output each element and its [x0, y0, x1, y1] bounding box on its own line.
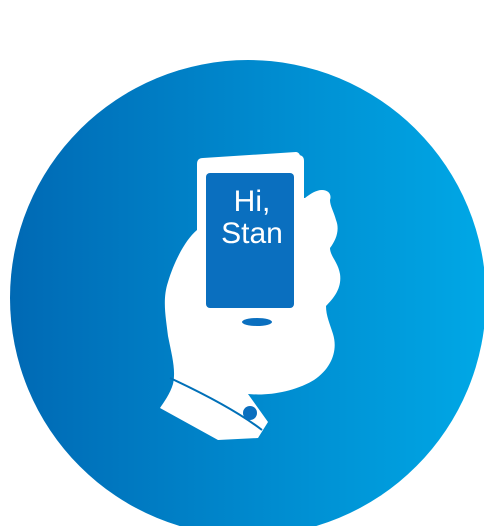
- phone-screen-greeting: Hi, Stan: [210, 186, 294, 250]
- greeting-line-1: Hi,: [233, 185, 271, 218]
- hand-holding-phone-icon: [10, 60, 484, 526]
- illustration-canvas: Hi, Stan: [0, 0, 484, 526]
- phone-home-button: [242, 318, 272, 326]
- cuff-button: [243, 406, 257, 420]
- greeting-line-2: Stan: [221, 217, 283, 250]
